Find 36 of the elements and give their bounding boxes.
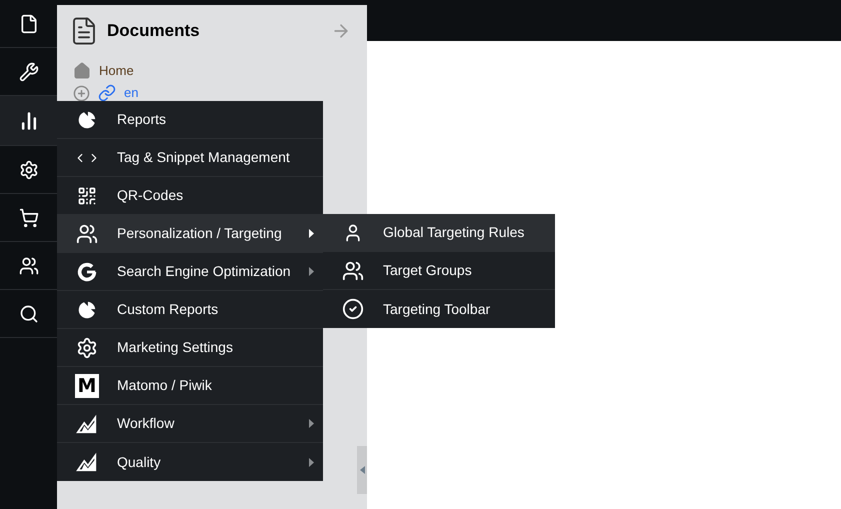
group-icon bbox=[342, 260, 364, 282]
file-icon bbox=[18, 14, 38, 34]
check-circle-icon bbox=[342, 298, 364, 320]
menu-item[interactable]: Tag & Snippet Management bbox=[57, 139, 323, 177]
group-icon bbox=[76, 222, 98, 244]
caret-left-icon bbox=[360, 466, 364, 474]
menu-item[interactable]: Reports bbox=[57, 101, 323, 139]
settings-icon bbox=[18, 160, 38, 180]
pie-chart-icon bbox=[76, 298, 98, 320]
wrench-icon bbox=[18, 62, 38, 82]
gear-icon bbox=[76, 336, 98, 358]
chart-icon bbox=[76, 412, 98, 434]
submenu-item[interactable]: Global Targeting Rules bbox=[323, 214, 555, 252]
menu-item[interactable]: Search Engine Optimization bbox=[57, 253, 323, 291]
menu-item[interactable]: Marketing Settings bbox=[57, 329, 323, 367]
submenu-item[interactable]: Target Groups bbox=[323, 252, 555, 290]
chart-icon bbox=[76, 451, 98, 473]
menu-item[interactable]: Personalization / Targeting bbox=[57, 215, 323, 253]
link-icon bbox=[98, 84, 116, 102]
logo-icon: M bbox=[75, 374, 99, 398]
qr-code-icon bbox=[77, 186, 97, 206]
g-logo-icon bbox=[76, 260, 98, 282]
collapse-handle[interactable] bbox=[357, 446, 367, 494]
pie-chart-icon bbox=[76, 108, 98, 130]
menu-item[interactable]: M Matomo / Piwik bbox=[57, 367, 323, 405]
menu-item[interactable]: Workflow bbox=[57, 405, 323, 443]
expand-icon[interactable] bbox=[73, 84, 90, 102]
menu-item[interactable]: Custom Reports bbox=[57, 291, 323, 329]
tree-item[interactable]: Home bbox=[99, 61, 134, 81]
menu-item[interactable]: Quality bbox=[57, 443, 323, 481]
search-icon bbox=[18, 304, 38, 324]
cart-icon bbox=[18, 208, 38, 228]
submenu-item[interactable]: Targeting Toolbar bbox=[323, 290, 555, 328]
panel-title: Documents bbox=[107, 20, 200, 42]
users-icon bbox=[18, 256, 38, 276]
rail-button[interactable] bbox=[0, 96, 57, 146]
